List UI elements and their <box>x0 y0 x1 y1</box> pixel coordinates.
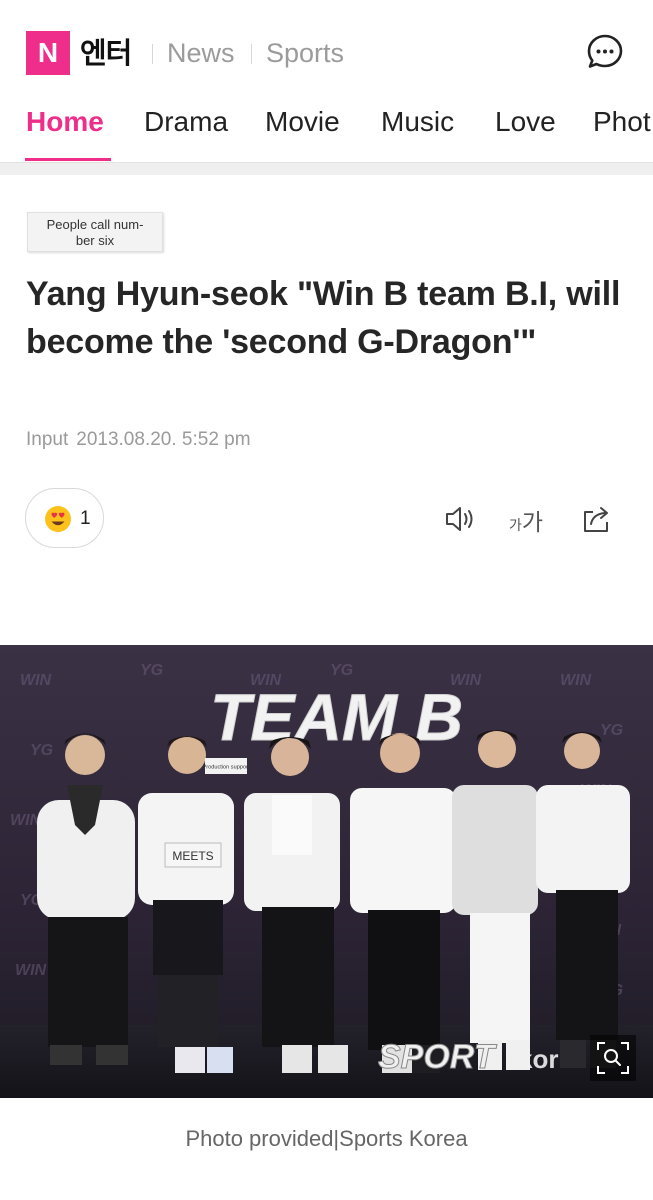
reaction-count: 1 <box>80 508 91 529</box>
svg-text:YG: YG <box>330 662 353 679</box>
top-bar: N 엔터 News Sports <box>0 0 653 100</box>
input-label: Input <box>26 429 69 450</box>
sports-link[interactable]: Sports <box>266 38 344 69</box>
zoom-button[interactable] <box>590 1035 636 1081</box>
font-size-button[interactable]: 가가 <box>509 503 543 537</box>
banner-text: TEAM B <box>210 680 463 754</box>
naver-logo[interactable]: N <box>26 31 70 75</box>
font-size-big-glyph: 가 <box>521 510 544 536</box>
speaker-icon[interactable] <box>443 502 477 536</box>
section-logo-text[interactable]: 엔터 <box>80 30 132 72</box>
font-size-small-glyph: 가 <box>509 518 522 534</box>
svg-text:WIN: WIN <box>15 962 47 979</box>
production-badge: Production support <box>203 765 250 771</box>
category-tag[interactable]: People call num- ber six <box>27 212 163 252</box>
share-icon[interactable] <box>580 502 614 536</box>
svg-text:YG: YG <box>30 742 53 759</box>
header-divider <box>251 44 252 64</box>
header-divider <box>152 44 153 64</box>
reaction-button[interactable]: 1 <box>25 488 104 548</box>
svg-text:YG: YG <box>600 722 623 739</box>
category-tag-label: People call num- ber six <box>46 217 144 248</box>
tab-love[interactable]: Love <box>495 106 556 162</box>
active-tab-indicator <box>25 158 111 161</box>
watermark-subtext: kor <box>518 1044 558 1074</box>
watermark-text: SPORT <box>378 1038 498 1076</box>
article-headline: Yang Hyun-seok "Win B team B.I, will bec… <box>26 275 621 361</box>
article-photo[interactable]: WINYGWINYG YGWINWINYG YGWINWINYG YGWINWI… <box>0 645 653 1098</box>
svg-text:WIN: WIN <box>10 812 42 829</box>
article-timestamp: Input 2013.08.20. 5:52 pm <box>26 429 251 451</box>
news-link[interactable]: News <box>167 38 235 69</box>
svg-text:WIN: WIN <box>560 672 592 689</box>
photo-caption: Photo provided|Sports Korea <box>185 1126 468 1151</box>
tab-home[interactable]: Home <box>26 106 104 162</box>
tab-photo[interactable]: Phot <box>593 106 651 162</box>
tab-drama[interactable]: Drama <box>144 106 228 162</box>
section-separator <box>0 162 653 175</box>
heart-eyes-emoji-icon <box>45 506 71 532</box>
zoom-icon <box>597 1042 629 1074</box>
tab-movie[interactable]: Movie <box>265 106 340 162</box>
input-time: 2013.08.20. 5:52 pm <box>76 429 251 450</box>
meets-badge: MEETS <box>172 849 213 863</box>
chat-bubble-icon[interactable] <box>586 33 624 71</box>
category-tabs: Home Drama Movie Music Love Phot <box>0 100 653 162</box>
tab-music[interactable]: Music <box>381 106 454 162</box>
svg-text:YG: YG <box>140 662 163 679</box>
svg-text:WIN: WIN <box>20 672 52 689</box>
